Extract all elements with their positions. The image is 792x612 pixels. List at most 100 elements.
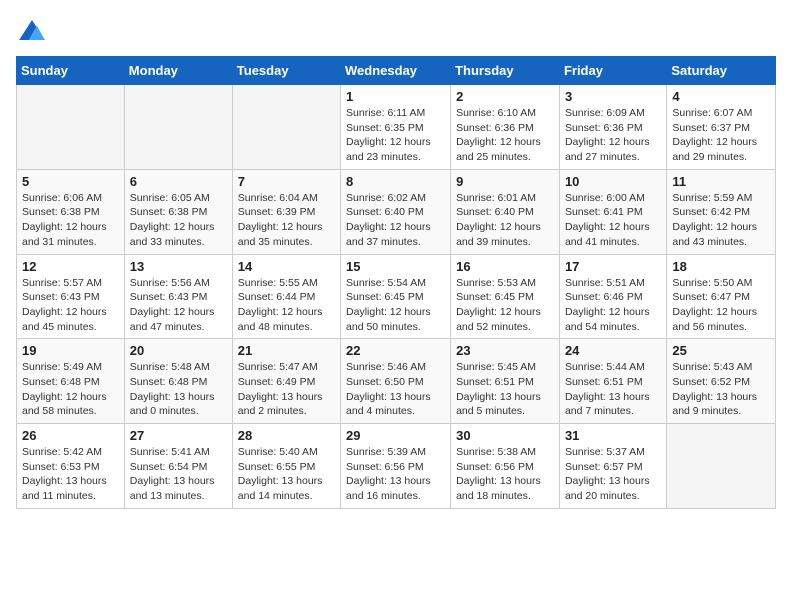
day-number: 19 [22, 343, 119, 358]
column-header-saturday: Saturday [667, 57, 776, 85]
calendar-cell: 2 Sunrise: 6:10 AM Sunset: 6:36 PM Daylig… [451, 85, 560, 170]
column-header-tuesday: Tuesday [232, 57, 340, 85]
calendar-header-row: SundayMondayTuesdayWednesdayThursdayFrid… [17, 57, 776, 85]
day-number: 28 [238, 428, 335, 443]
day-number: 2 [456, 89, 554, 104]
calendar-week-2: 5 Sunrise: 6:06 AM Sunset: 6:38 PM Daylig… [17, 169, 776, 254]
day-number: 29 [346, 428, 445, 443]
day-number: 26 [22, 428, 119, 443]
calendar-cell [667, 424, 776, 509]
calendar-cell: 11 Sunrise: 5:59 AM Sunset: 6:42 PM Dayli… [667, 169, 776, 254]
day-info: Sunrise: 5:49 AM Sunset: 6:48 PM Dayligh… [22, 360, 119, 419]
calendar-cell: 15 Sunrise: 5:54 AM Sunset: 6:45 PM Dayli… [341, 254, 451, 339]
day-info: Sunrise: 5:48 AM Sunset: 6:48 PM Dayligh… [130, 360, 227, 419]
day-number: 12 [22, 259, 119, 274]
calendar-cell: 29 Sunrise: 5:39 AM Sunset: 6:56 PM Dayli… [341, 424, 451, 509]
day-number: 25 [672, 343, 770, 358]
calendar-cell: 28 Sunrise: 5:40 AM Sunset: 6:55 PM Dayli… [232, 424, 340, 509]
column-header-thursday: Thursday [451, 57, 560, 85]
calendar-cell: 23Sunrise: 5:45 AM Sunset: 6:51 PM Dayli… [451, 339, 560, 424]
calendar-cell: 1 Sunrise: 6:11 AM Sunset: 6:35 PM Daylig… [341, 85, 451, 170]
calendar-cell: 21 Sunrise: 5:47 AM Sunset: 6:49 PM Dayli… [232, 339, 340, 424]
day-number: 13 [130, 259, 227, 274]
calendar-cell: 13 Sunrise: 5:56 AM Sunset: 6:43 PM Dayli… [124, 254, 232, 339]
calendar-week-4: 19 Sunrise: 5:49 AM Sunset: 6:48 PM Dayli… [17, 339, 776, 424]
day-info: Sunrise: 5:55 AM Sunset: 6:44 PM Dayligh… [238, 276, 335, 335]
day-number: 23 [456, 343, 554, 358]
day-info: Sunrise: 5:51 AM Sunset: 6:46 PM Dayligh… [565, 276, 661, 335]
day-number: 11 [672, 174, 770, 189]
day-number: 9 [456, 174, 554, 189]
day-info: Sunrise: 6:06 AM Sunset: 6:38 PM Dayligh… [22, 191, 119, 250]
day-info: Sunrise: 6:01 AM Sunset: 6:40 PM Dayligh… [456, 191, 554, 250]
day-info: Sunrise: 5:54 AM Sunset: 6:45 PM Dayligh… [346, 276, 445, 335]
day-number: 31 [565, 428, 661, 443]
day-number: 16 [456, 259, 554, 274]
column-header-sunday: Sunday [17, 57, 125, 85]
day-number: 20 [130, 343, 227, 358]
logo-icon [16, 16, 48, 48]
calendar-cell: 18 Sunrise: 5:50 AM Sunset: 6:47 PM Dayli… [667, 254, 776, 339]
day-number: 5 [22, 174, 119, 189]
day-number: 18 [672, 259, 770, 274]
day-info: Sunrise: 5:40 AM Sunset: 6:55 PM Dayligh… [238, 445, 335, 504]
day-info: Sunrise: 6:04 AM Sunset: 6:39 PM Dayligh… [238, 191, 335, 250]
day-info: Sunrise: 5:47 AM Sunset: 6:49 PM Dayligh… [238, 360, 335, 419]
calendar-week-1: 1 Sunrise: 6:11 AM Sunset: 6:35 PM Daylig… [17, 85, 776, 170]
day-number: 7 [238, 174, 335, 189]
day-info: Sunrise: 6:02 AM Sunset: 6:40 PM Dayligh… [346, 191, 445, 250]
calendar-cell: 12 Sunrise: 5:57 AM Sunset: 6:43 PM Dayli… [17, 254, 125, 339]
calendar-cell: 27 Sunrise: 5:41 AM Sunset: 6:54 PM Dayli… [124, 424, 232, 509]
calendar-cell [17, 85, 125, 170]
calendar-cell: 3Sunrise: 6:09 AM Sunset: 6:36 PM Daylig… [559, 85, 666, 170]
day-info: Sunrise: 6:05 AM Sunset: 6:38 PM Dayligh… [130, 191, 227, 250]
day-info: Sunrise: 5:42 AM Sunset: 6:53 PM Dayligh… [22, 445, 119, 504]
day-number: 1 [346, 89, 445, 104]
day-info: Sunrise: 5:56 AM Sunset: 6:43 PM Dayligh… [130, 276, 227, 335]
day-number: 4 [672, 89, 770, 104]
calendar-cell: 25 Sunrise: 5:43 AM Sunset: 6:52 PM Dayli… [667, 339, 776, 424]
day-number: 22 [346, 343, 445, 358]
day-info: Sunrise: 6:09 AM Sunset: 6:36 PM Dayligh… [565, 106, 661, 165]
day-info: Sunrise: 5:46 AM Sunset: 6:50 PM Dayligh… [346, 360, 445, 419]
day-number: 6 [130, 174, 227, 189]
day-number: 15 [346, 259, 445, 274]
calendar-cell: 26 Sunrise: 5:42 AM Sunset: 6:53 PM Dayli… [17, 424, 125, 509]
calendar-cell: 8Sunrise: 6:02 AM Sunset: 6:40 PM Daylig… [341, 169, 451, 254]
calendar-cell: 24Sunrise: 5:44 AM Sunset: 6:51 PM Dayli… [559, 339, 666, 424]
day-info: Sunrise: 6:10 AM Sunset: 6:36 PM Dayligh… [456, 106, 554, 165]
calendar-cell: 31Sunrise: 5:37 AM Sunset: 6:57 PM Dayli… [559, 424, 666, 509]
calendar-week-3: 12 Sunrise: 5:57 AM Sunset: 6:43 PM Dayli… [17, 254, 776, 339]
column-header-wednesday: Wednesday [341, 57, 451, 85]
column-header-friday: Friday [559, 57, 666, 85]
day-info: Sunrise: 5:41 AM Sunset: 6:54 PM Dayligh… [130, 445, 227, 504]
calendar-cell [232, 85, 340, 170]
calendar-cell: 20 Sunrise: 5:48 AM Sunset: 6:48 PM Dayli… [124, 339, 232, 424]
day-number: 17 [565, 259, 661, 274]
day-info: Sunrise: 5:50 AM Sunset: 6:47 PM Dayligh… [672, 276, 770, 335]
day-number: 30 [456, 428, 554, 443]
calendar-cell: 14Sunrise: 5:55 AM Sunset: 6:44 PM Dayli… [232, 254, 340, 339]
day-info: Sunrise: 6:00 AM Sunset: 6:41 PM Dayligh… [565, 191, 661, 250]
page-header [16, 16, 776, 48]
calendar-cell [124, 85, 232, 170]
day-info: Sunrise: 5:39 AM Sunset: 6:56 PM Dayligh… [346, 445, 445, 504]
calendar-cell: 10Sunrise: 6:00 AM Sunset: 6:41 PM Dayli… [559, 169, 666, 254]
day-info: Sunrise: 5:59 AM Sunset: 6:42 PM Dayligh… [672, 191, 770, 250]
day-number: 27 [130, 428, 227, 443]
calendar-cell: 4 Sunrise: 6:07 AM Sunset: 6:37 PM Daylig… [667, 85, 776, 170]
day-info: Sunrise: 6:11 AM Sunset: 6:35 PM Dayligh… [346, 106, 445, 165]
calendar-cell: 5 Sunrise: 6:06 AM Sunset: 6:38 PM Daylig… [17, 169, 125, 254]
day-info: Sunrise: 5:43 AM Sunset: 6:52 PM Dayligh… [672, 360, 770, 419]
day-info: Sunrise: 6:07 AM Sunset: 6:37 PM Dayligh… [672, 106, 770, 165]
calendar-cell: 30 Sunrise: 5:38 AM Sunset: 6:56 PM Dayli… [451, 424, 560, 509]
calendar-week-5: 26 Sunrise: 5:42 AM Sunset: 6:53 PM Dayli… [17, 424, 776, 509]
day-info: Sunrise: 5:44 AM Sunset: 6:51 PM Dayligh… [565, 360, 661, 419]
calendar-cell: 22 Sunrise: 5:46 AM Sunset: 6:50 PM Dayli… [341, 339, 451, 424]
day-number: 21 [238, 343, 335, 358]
calendar-cell: 9 Sunrise: 6:01 AM Sunset: 6:40 PM Daylig… [451, 169, 560, 254]
day-info: Sunrise: 5:38 AM Sunset: 6:56 PM Dayligh… [456, 445, 554, 504]
calendar-cell: 6 Sunrise: 6:05 AM Sunset: 6:38 PM Daylig… [124, 169, 232, 254]
day-info: Sunrise: 5:57 AM Sunset: 6:43 PM Dayligh… [22, 276, 119, 335]
day-info: Sunrise: 5:53 AM Sunset: 6:45 PM Dayligh… [456, 276, 554, 335]
